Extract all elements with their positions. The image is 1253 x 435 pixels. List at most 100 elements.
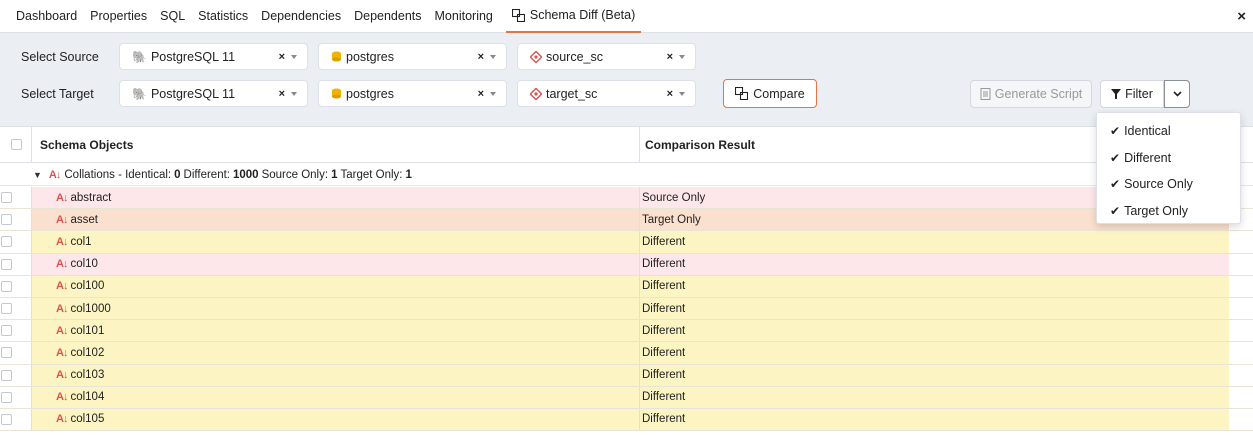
clear-icon[interactable]: × — [667, 88, 673, 100]
source-schema-select[interactable]: source_sc × — [517, 43, 696, 70]
target-schema-select[interactable]: target_sc × — [517, 80, 696, 107]
filter-option-target-only[interactable]: ✔ Target Only — [1097, 198, 1240, 225]
tab-dependencies[interactable]: Dependencies — [261, 0, 341, 33]
table-row[interactable]: A↓ col102 Different — [0, 342, 1253, 365]
row-checkbox[interactable] — [1, 302, 12, 314]
comparison-result: Different — [639, 253, 1229, 275]
comparison-result: Different — [639, 386, 1229, 408]
table-row[interactable]: A↓ col103 Different — [0, 364, 1253, 387]
chevron-down-icon[interactable] — [291, 54, 297, 59]
source-schema-value: source_sc — [546, 49, 603, 64]
object-name: col101 — [70, 324, 105, 337]
filter-option-identical[interactable]: ✔ Identical — [1097, 118, 1240, 145]
generate-script-label: Generate Script — [994, 87, 1083, 101]
schema-icon — [530, 50, 542, 63]
table-row[interactable]: A↓ col100 Different — [0, 275, 1253, 298]
object-name: col104 — [70, 391, 105, 404]
tab-sql[interactable]: SQL — [160, 0, 185, 33]
row-checkbox[interactable] — [1, 280, 12, 292]
group-prefix: Collations - Identical: — [64, 168, 172, 181]
filter-option-label: Different — [1124, 150, 1172, 165]
object-name: col105 — [70, 413, 105, 426]
source-database-value: postgres — [346, 49, 394, 64]
database-icon — [332, 88, 341, 99]
filter-option-different[interactable]: ✔ Different — [1097, 145, 1240, 172]
filter-option-source-only[interactable]: ✔ Source Only — [1097, 171, 1240, 198]
chevron-down-icon[interactable] — [679, 91, 685, 96]
table-row[interactable]: A↓ col101 Different — [0, 320, 1253, 343]
comparison-result: Different — [639, 275, 1229, 297]
clear-icon[interactable]: × — [279, 51, 285, 63]
row-checkbox[interactable] — [1, 347, 12, 359]
check-icon: ✔ — [1110, 177, 1121, 192]
source-database-select[interactable]: postgres × — [318, 43, 507, 70]
table-row[interactable]: A↓ col10 Different — [0, 253, 1253, 276]
compare-button[interactable]: Compare — [723, 79, 817, 108]
row-checkbox[interactable] — [1, 391, 12, 403]
target-database-select[interactable]: postgres × — [318, 80, 507, 107]
chevron-down-icon — [1172, 91, 1182, 97]
chevron-down-icon[interactable] — [679, 54, 685, 59]
tab-schema-diff[interactable]: Schema Diff (Beta) — [505, 0, 642, 33]
close-icon[interactable]: × — [1237, 9, 1246, 24]
collation-icon: A↓ — [56, 346, 68, 359]
clear-icon[interactable]: × — [478, 51, 484, 63]
target-server-select[interactable]: 🐘 PostgreSQL 11 × — [119, 80, 308, 107]
select-all-checkbox[interactable] — [11, 139, 22, 150]
collation-icon: A↓ — [56, 213, 68, 226]
tab-dependents[interactable]: Dependents — [354, 0, 421, 33]
object-name: col102 — [70, 346, 105, 359]
table-row[interactable]: A↓ col105 Different — [0, 408, 1253, 432]
tab-monitoring[interactable]: Monitoring — [435, 0, 493, 33]
row-checkbox[interactable] — [1, 413, 12, 425]
object-name: col1000 — [70, 302, 111, 315]
object-name: asset — [70, 213, 98, 226]
row-checkbox[interactable] — [1, 214, 12, 226]
target-only-count: 1 — [405, 168, 412, 181]
tab-dashboard[interactable]: Dashboard — [16, 0, 77, 33]
filter-option-label: Identical — [1124, 124, 1171, 139]
schema-diff-icon — [511, 8, 525, 22]
table-row[interactable]: A↓ abstract Source Only — [0, 187, 1253, 210]
row-checkbox[interactable] — [1, 192, 12, 203]
database-icon — [332, 51, 341, 62]
schema-objects-header[interactable]: Schema Objects — [31, 127, 639, 163]
tab-statistics[interactable]: Statistics — [198, 0, 248, 33]
source-only-label: Source Only: — [261, 168, 329, 181]
collation-icon: A↓ — [56, 369, 68, 382]
generate-script-button[interactable]: Generate Script — [970, 80, 1092, 108]
collation-icon: A↓ — [56, 280, 68, 293]
source-server-select[interactable]: 🐘 PostgreSQL 11 × — [119, 43, 308, 70]
filter-button[interactable]: Filter — [1100, 80, 1164, 108]
filter-dropdown-toggle[interactable] — [1164, 80, 1190, 108]
schema-icon — [530, 87, 542, 100]
collation-icon: A↓ — [56, 302, 68, 315]
comparison-result: Different — [639, 231, 1229, 253]
source-only-count: 1 — [331, 168, 338, 181]
tab-properties[interactable]: Properties — [90, 0, 147, 33]
clear-icon[interactable]: × — [667, 51, 673, 63]
target-schema-value: target_sc — [546, 86, 598, 101]
object-name: col10 — [70, 258, 98, 271]
table-row[interactable]: A↓ col1000 Different — [0, 297, 1253, 321]
chevron-down-icon[interactable]: ▼ — [33, 170, 42, 180]
grid-header: Schema Objects Comparison Result — [0, 126, 1253, 163]
row-checkbox[interactable] — [1, 236, 12, 248]
table-row[interactable]: A↓ col1 Different — [0, 231, 1253, 254]
clear-icon[interactable]: × — [279, 88, 285, 100]
table-row[interactable]: A↓ asset Target Only — [0, 209, 1253, 232]
object-name: col100 — [70, 280, 105, 293]
chevron-down-icon[interactable] — [291, 91, 297, 96]
row-checkbox[interactable] — [1, 369, 12, 381]
clear-icon[interactable]: × — [478, 88, 484, 100]
row-checkbox[interactable] — [1, 325, 12, 337]
object-name: abstract — [70, 191, 112, 204]
select-source-label: Select Source — [21, 50, 99, 64]
postgresql-elephant-icon: 🐘 — [132, 49, 147, 64]
row-checkbox[interactable] — [1, 258, 12, 270]
schema-diff-icon — [735, 87, 749, 100]
chevron-down-icon[interactable] — [490, 91, 496, 96]
chevron-down-icon[interactable] — [490, 54, 496, 59]
collations-group-row[interactable]: ▼ A↓ Collations - Identical: 0 Different… — [0, 164, 1253, 186]
table-row[interactable]: A↓ col104 Different — [0, 386, 1253, 409]
